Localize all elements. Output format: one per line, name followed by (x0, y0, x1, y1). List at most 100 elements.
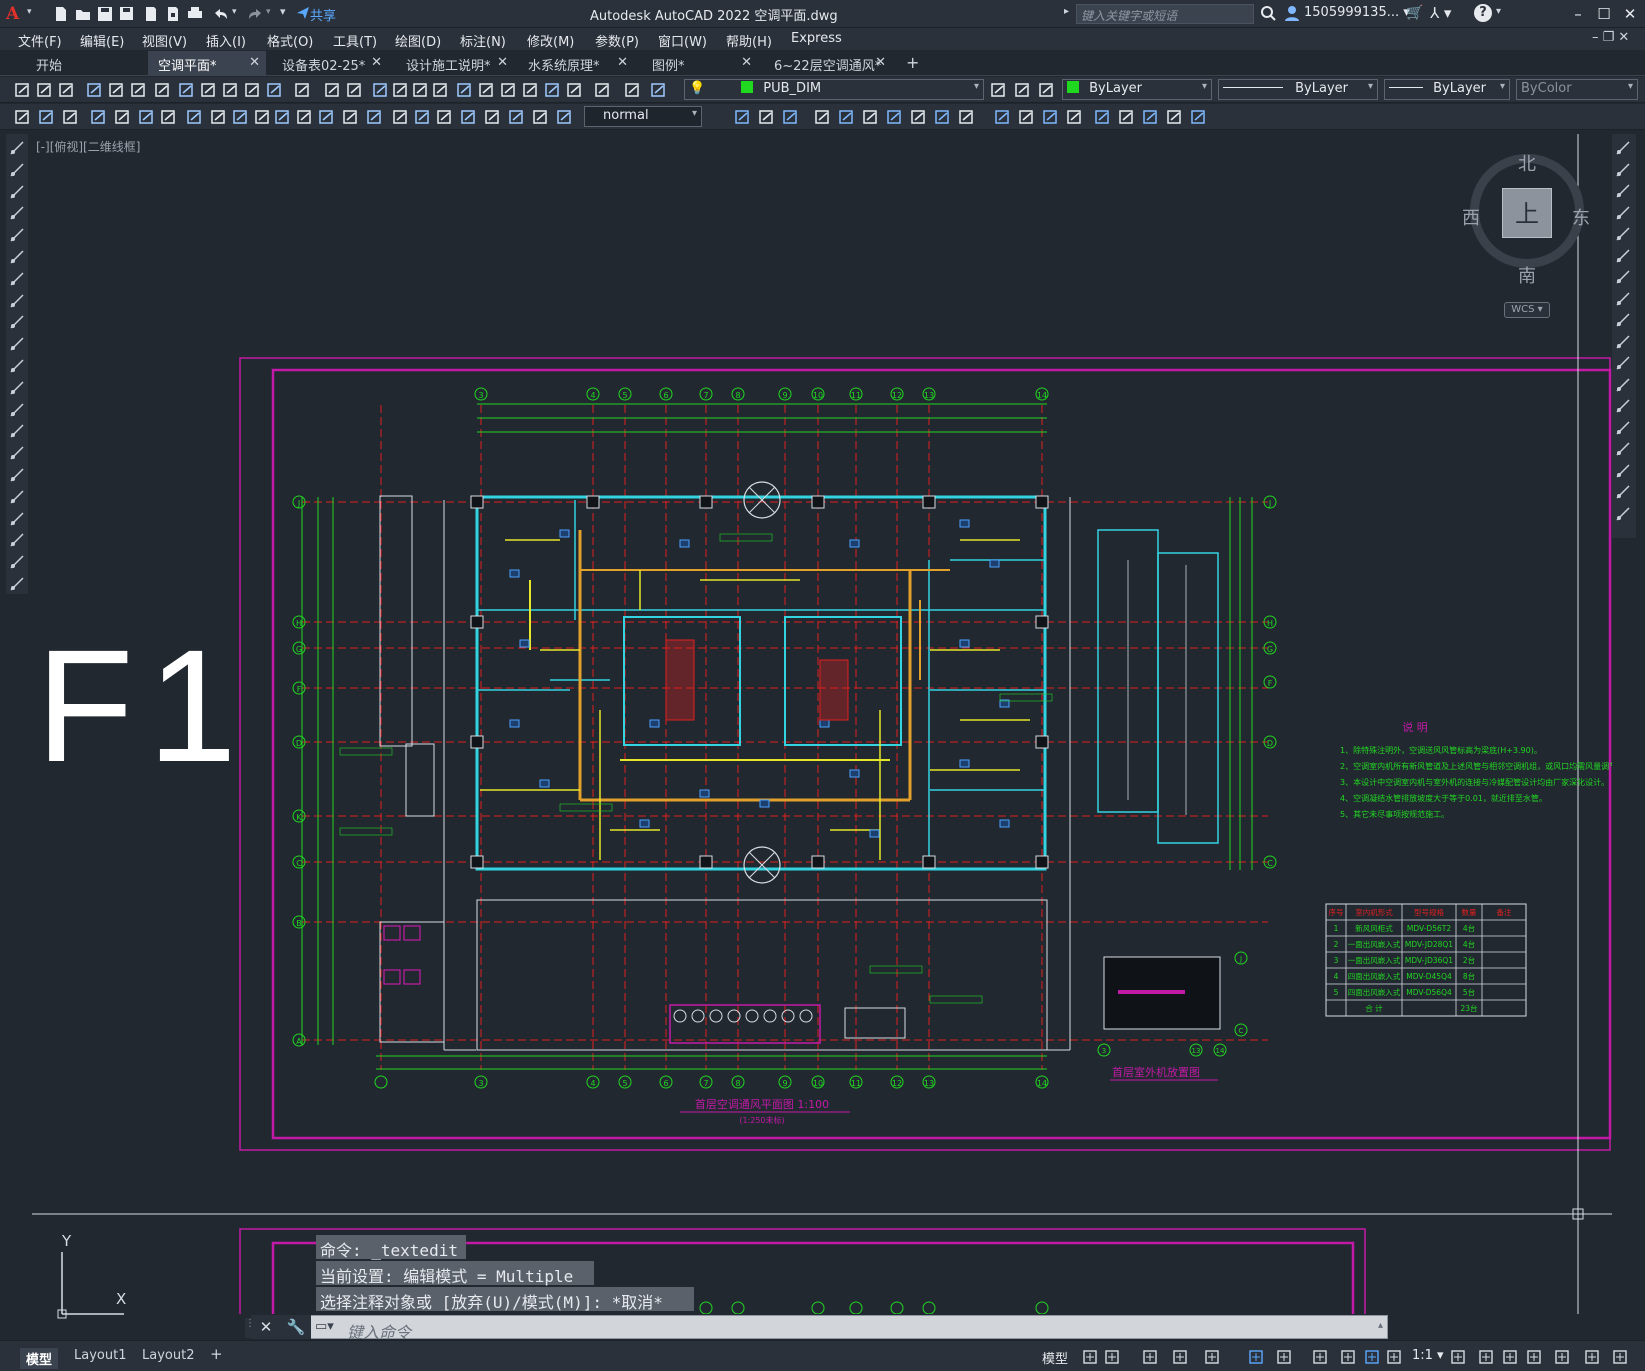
make-current-layer-icon[interactable] (990, 81, 1008, 99)
publish-icon[interactable] (130, 81, 148, 99)
dim-space-icon[interactable] (274, 108, 292, 126)
hardware-accel-icon[interactable] (1526, 1349, 1542, 1365)
paste-icon[interactable] (222, 81, 240, 99)
break-at-point-icon[interactable] (1615, 377, 1631, 393)
extend-icon[interactable] (1615, 355, 1631, 371)
linear-dim-icon[interactable] (14, 108, 32, 126)
arc-length-icon[interactable] (556, 108, 574, 126)
tab-start[interactable]: 开始 (26, 51, 144, 76)
undo-icon[interactable] (294, 81, 312, 99)
diameter-dim-icon[interactable] (160, 108, 178, 126)
share-icon[interactable] (296, 5, 310, 25)
wcs-dropdown[interactable]: WCS ▾ (1504, 302, 1550, 318)
tool-palettes-icon[interactable] (478, 81, 496, 99)
mirror-icon[interactable] (1615, 183, 1631, 199)
layer-properties-icon[interactable] (594, 81, 612, 99)
save-icon[interactable] (96, 5, 114, 23)
line-icon[interactable] (9, 576, 25, 592)
insert-block-icon[interactable] (9, 380, 25, 396)
3d-print-icon[interactable] (154, 81, 172, 99)
blend-icon[interactable] (1615, 484, 1631, 500)
fillet-icon[interactable] (1615, 463, 1631, 479)
break-icon[interactable] (1615, 398, 1631, 414)
dim-text-edit-icon[interactable] (436, 108, 454, 126)
close-command-icon[interactable]: ✕ (251, 1315, 281, 1339)
menu-view[interactable]: 视图(V) (142, 31, 187, 50)
layer-dropdown[interactable]: 💡 PUB_DIM ▾ (684, 79, 984, 100)
new-file-icon[interactable] (52, 5, 70, 23)
search-icon[interactable] (1260, 5, 1276, 25)
close-tab-icon[interactable]: ✕ (497, 55, 508, 70)
search-input[interactable]: 键入关键字或短语 (1076, 4, 1254, 24)
explode-icon[interactable] (1615, 506, 1631, 522)
gradient-icon[interactable] (9, 467, 25, 483)
osnap-tracking-icon[interactable] (1248, 1349, 1264, 1365)
match-properties-icon[interactable] (244, 81, 262, 99)
block-editor-icon[interactable] (266, 81, 284, 99)
xclip-icon[interactable] (838, 108, 856, 126)
construction-line-icon[interactable] (9, 162, 25, 178)
boundary-icon[interactable] (1166, 108, 1184, 126)
attribute-icon[interactable] (782, 108, 800, 126)
menu-parameters[interactable]: 参数(P) (595, 31, 639, 50)
clip-icon[interactable] (934, 108, 952, 126)
layout-tab-layout2[interactable]: Layout2 (142, 1348, 194, 1363)
model-space-button[interactable]: 模型 (1042, 1348, 1068, 1367)
layer-previous-icon[interactable] (1038, 81, 1056, 99)
dim-break-icon[interactable] (296, 108, 314, 126)
insert-block-icon[interactable] (758, 108, 776, 126)
drawing-viewport[interactable]: 3 3 4 4 5 5 6 6 7 7 8 8 9 9 10 10 11 11 12 12 13 13 14 14 J H G F D K… (32, 134, 1612, 1314)
autocad-logo-icon[interactable]: A (6, 4, 26, 24)
new-icon[interactable] (14, 81, 32, 99)
annotation-monitor-icon[interactable] (1386, 1349, 1402, 1365)
menu-file[interactable]: 文件(F) (18, 31, 62, 50)
tab-design-notes[interactable]: 设计施工说明* ✕ (396, 51, 514, 76)
quickcalc-icon[interactable] (544, 81, 562, 99)
cut-icon[interactable] (178, 81, 196, 99)
customize-qat-icon[interactable]: ▾ (280, 5, 286, 18)
viewport-controls-label[interactable]: [-][俯视][二维线框] (36, 138, 140, 155)
workspace-gear-icon[interactable] (1450, 1349, 1466, 1365)
ortho-icon[interactable] (1142, 1349, 1158, 1365)
mtext-icon[interactable] (9, 532, 25, 548)
pan-icon[interactable] (346, 81, 364, 99)
hatch-icon[interactable] (1118, 108, 1136, 126)
menu-edit[interactable]: 编辑(E) (80, 31, 124, 50)
menu-help[interactable]: 帮助(H) (726, 31, 772, 50)
linetype-dropdown[interactable]: ByLayer ▾ (1218, 79, 1378, 100)
xref-icon[interactable] (814, 108, 832, 126)
hatch-icon[interactable] (9, 445, 25, 461)
minimize-window-icon[interactable]: – (1568, 4, 1588, 24)
linear-dim-icon[interactable] (508, 108, 526, 126)
jogged-icon[interactable] (138, 108, 156, 126)
color-dropdown[interactable]: ByLayer ▾ (1062, 79, 1212, 100)
block-icon[interactable] (734, 108, 752, 126)
search-expand-icon[interactable]: ▸ (1064, 6, 1069, 17)
undo-dropdown-icon[interactable]: ▾ (232, 7, 237, 17)
point-icon[interactable] (9, 423, 25, 439)
redo-icon[interactable] (246, 5, 264, 23)
close-tab-icon[interactable]: ✕ (249, 55, 260, 70)
baseline-icon[interactable] (232, 108, 250, 126)
chamfer-icon[interactable] (1615, 441, 1631, 457)
arc-icon[interactable] (9, 249, 25, 265)
close-tab-icon[interactable]: ✕ (741, 55, 752, 70)
aligned-dim-icon[interactable] (532, 108, 550, 126)
dim-edit-icon[interactable] (414, 108, 432, 126)
table-icon[interactable] (1094, 108, 1112, 126)
tab-equipment-list[interactable]: 设备表02-25* ✕ (272, 51, 388, 76)
snap-icon[interactable] (1104, 1349, 1120, 1365)
plot-icon[interactable] (186, 5, 204, 23)
copy-icon[interactable] (200, 81, 218, 99)
layer-freeze-icon[interactable] (650, 81, 668, 99)
region-icon[interactable] (1190, 108, 1208, 126)
layer-state-icon[interactable] (624, 81, 642, 99)
bind-icon[interactable] (862, 108, 880, 126)
isolate-objects-icon[interactable] (1502, 1349, 1518, 1365)
command-line[interactable]: ⋮ ✕ 🔧 ▭▾ 键入命令 ▴ (245, 1315, 1388, 1342)
circle-icon[interactable] (9, 271, 25, 287)
lineweight-icon[interactable] (1312, 1349, 1328, 1365)
tab-floors-6-22[interactable]: 6~22层空调通风* ✕ (764, 51, 892, 76)
user-account[interactable]: 1505999135... ▾ (1304, 5, 1410, 20)
save-web-icon[interactable] (164, 5, 182, 23)
